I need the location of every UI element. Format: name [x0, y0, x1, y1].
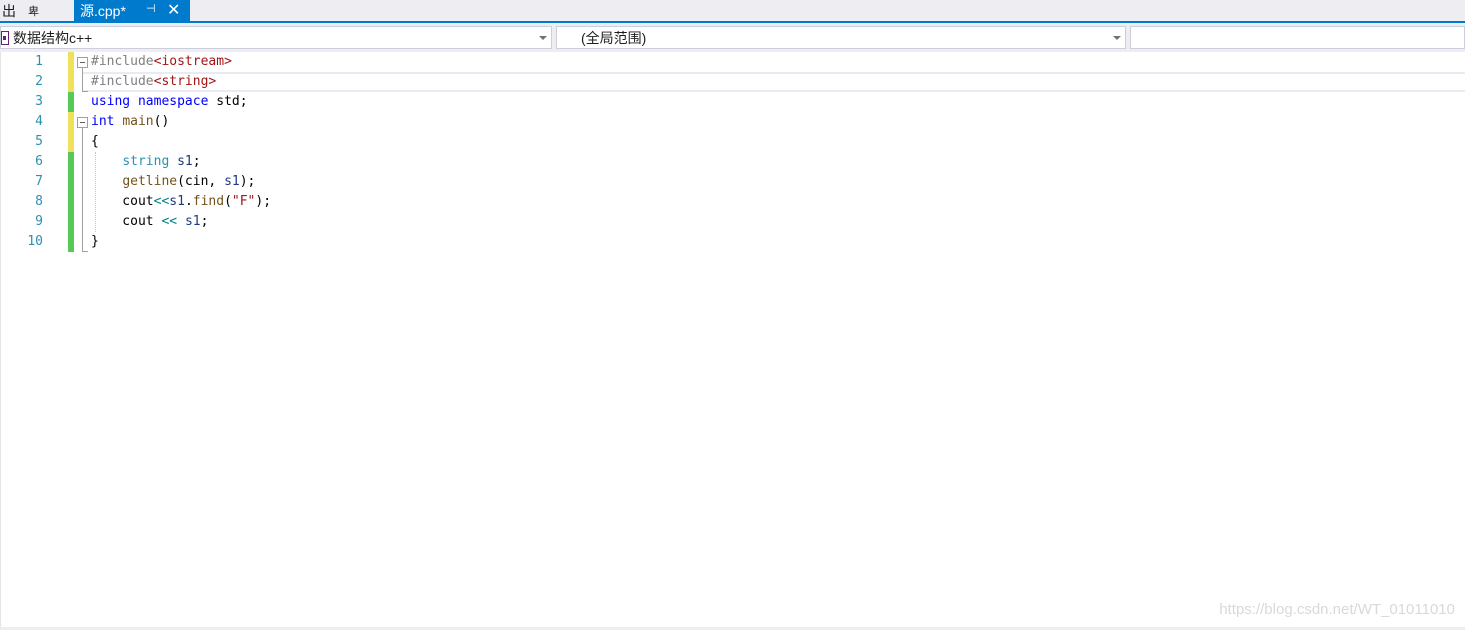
member-dropdown[interactable]	[1130, 26, 1465, 49]
saved-change-marker	[68, 232, 74, 252]
code-text: {	[91, 134, 99, 149]
code-text: int main()	[91, 114, 170, 129]
line-number: 4	[35, 114, 43, 129]
code-line[interactable]: 2 #include<string>	[1, 72, 1465, 92]
pin-icon[interactable]: 卑	[28, 3, 39, 19]
scope-dropdown-value: (全局范围)	[581, 29, 647, 46]
project-dropdown-value: 数据结构c++	[13, 29, 93, 46]
line-number: 6	[35, 154, 43, 169]
code-line[interactable]: 8 cout<<s1.find("F");	[1, 192, 1465, 212]
line-number: 7	[35, 174, 43, 189]
saved-change-marker	[68, 172, 74, 192]
tab-output-label: 出	[2, 2, 16, 19]
code-text: using namespace std;	[91, 94, 248, 109]
code-line[interactable]: 4 int main()	[1, 112, 1465, 132]
line-number: 2	[35, 74, 43, 89]
pin-tab-icon[interactable]: ⊣	[146, 2, 156, 15]
saved-change-marker	[68, 92, 74, 112]
unsaved-change-marker	[68, 52, 74, 72]
code-line[interactable]: 3 using namespace std;	[1, 92, 1465, 112]
code-line[interactable]: 1 #include<iostream>	[1, 52, 1465, 72]
code-line[interactable]: 6 string s1;	[1, 152, 1465, 172]
scope-dropdown[interactable]: (全局范围)	[556, 26, 1126, 49]
watermark: https://blog.csdn.net/WT_01011010	[1219, 601, 1455, 618]
navigation-bar: 数据结构c++ (全局范围)	[0, 23, 1465, 52]
chevron-down-icon[interactable]	[539, 36, 547, 40]
line-number: 3	[35, 94, 43, 109]
code-line[interactable]: 9 cout << s1;	[1, 212, 1465, 232]
code-line[interactable]: 5 {	[1, 132, 1465, 152]
line-number: 10	[27, 234, 43, 249]
unsaved-change-marker	[68, 72, 74, 92]
code-editor[interactable]: 1 #include<iostream> 2 #include<string> …	[0, 52, 1465, 627]
saved-change-marker	[68, 192, 74, 212]
saved-change-marker	[68, 212, 74, 232]
code-text: }	[91, 234, 99, 249]
unsaved-change-marker	[68, 112, 74, 132]
code-text: cout << s1;	[91, 214, 209, 229]
code-text: cout<<s1.find("F");	[91, 194, 272, 209]
unsaved-change-marker	[68, 132, 74, 152]
document-tab-strip: 出 卑 源.cpp* ⊣ ✕	[0, 0, 1465, 21]
code-line[interactable]: 7 getline(cin, s1);	[1, 172, 1465, 192]
code-text: getline(cin, s1);	[122, 174, 256, 189]
close-tab-icon[interactable]: ✕	[167, 0, 180, 21]
cpp-project-icon	[1, 30, 9, 45]
chevron-down-icon[interactable]	[1113, 36, 1121, 40]
code-text: #include<string>	[91, 74, 217, 89]
tab-source-cpp[interactable]: 源.cpp* ⊣ ✕	[74, 0, 190, 21]
tab-output[interactable]: 出 卑	[0, 0, 39, 21]
line-number: 1	[35, 54, 43, 69]
line-number: 9	[35, 214, 43, 229]
line-number: 5	[35, 134, 43, 149]
project-dropdown[interactable]: 数据结构c++	[0, 26, 552, 49]
code-line[interactable]: 10 }	[1, 232, 1465, 252]
saved-change-marker	[68, 152, 74, 172]
line-number: 8	[35, 194, 43, 209]
code-text: string s1;	[122, 154, 201, 169]
code-text: #include<iostream>	[91, 54, 232, 69]
tab-source-cpp-label: 源.cpp*	[80, 2, 126, 19]
